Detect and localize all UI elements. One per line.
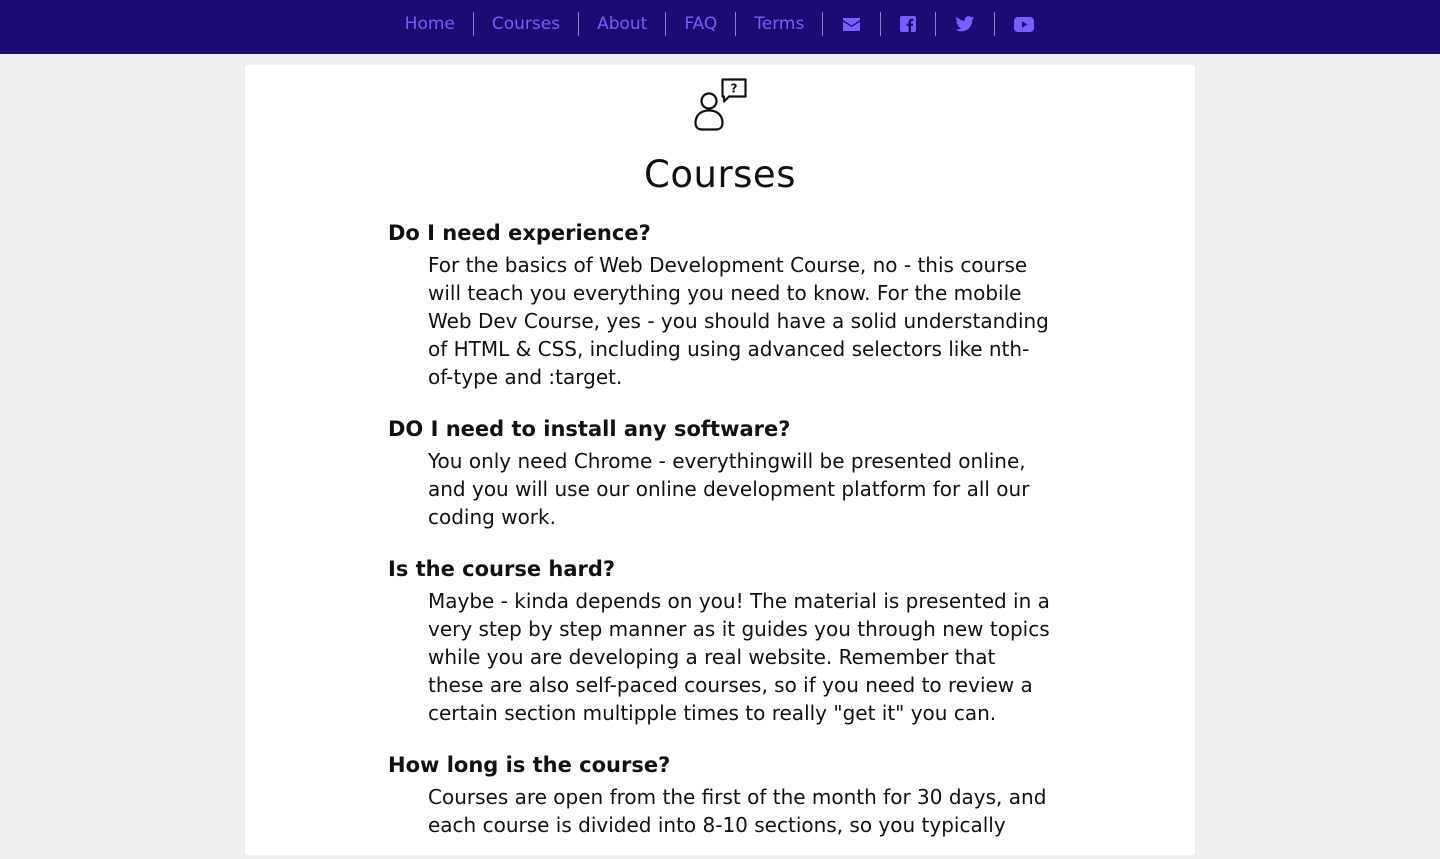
email-link[interactable] [823,12,880,36]
nav-link-home[interactable]: Home [387,12,473,36]
page-title: Courses [644,153,796,196]
nav-item-home: Home [387,12,473,36]
person-question-bubble-icon: ? [694,78,747,131]
nav-item-courses: Courses [472,12,578,36]
youtube-icon [1014,16,1035,32]
svg-text:?: ? [731,82,738,96]
faq-question: DO I need to install any software? [388,417,791,441]
nav-link-terms[interactable]: Terms [736,12,822,36]
faq-question: Is the course hard? [388,557,616,581]
nav-item-email [822,12,880,36]
youtube-link[interactable] [995,12,1053,36]
nav-link-courses[interactable]: Courses [474,12,578,36]
envelope-icon [843,17,861,31]
content-card: ? Courses Do I need experience? For the … [245,65,1195,855]
facebook-icon [900,16,917,32]
nav-item-youtube [994,12,1053,36]
facebook-link[interactable] [881,12,935,36]
nav-item-about: About [578,12,665,36]
nav-list: Home Courses About FAQ Terms [0,0,1440,48]
nav-item-faq: FAQ [665,12,735,36]
faq-answer: For the basics of Web Development Course… [428,253,1049,389]
faq-list: Do I need experience? For the basics of … [388,215,1052,859]
faq-answer: Courses are open from the first of the m… [428,785,1047,837]
faq-question: How long is the course? [388,753,671,777]
nav-link-faq[interactable]: FAQ [666,12,735,36]
nav-item-terms: Terms [735,12,822,36]
top-navigation-bar: Home Courses About FAQ Terms [0,0,1440,54]
nav-item-twitter [935,12,994,36]
twitter-icon [955,16,975,32]
faq-answer: You only need Chrome - everythingwill be… [428,449,1030,529]
nav-link-about[interactable]: About [579,12,665,36]
twitter-link[interactable] [936,12,994,36]
faq-answer: Maybe - kinda depends on you! The materi… [428,589,1050,725]
faq-question: Do I need experience? [388,221,651,245]
nav-item-facebook [880,12,935,36]
